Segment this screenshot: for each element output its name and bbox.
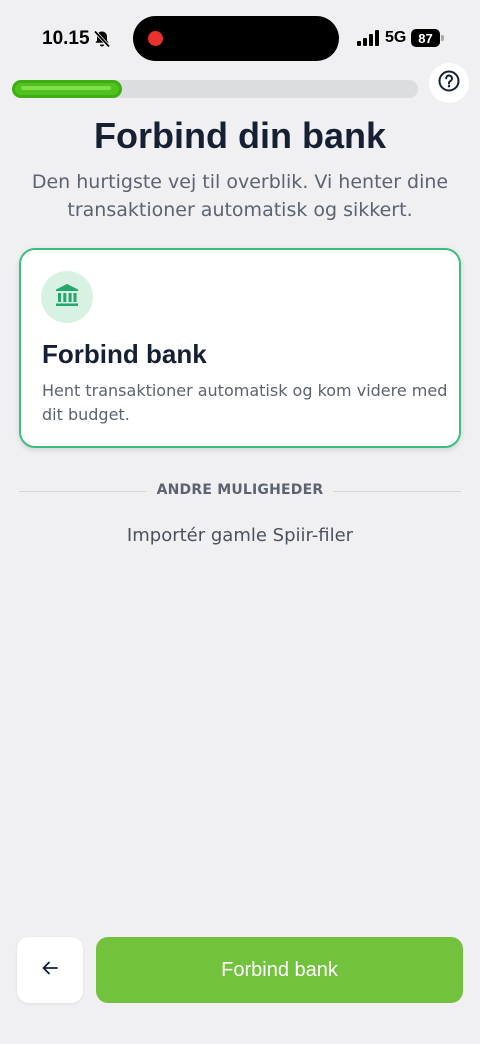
card-description: Hent transaktioner automatisk og kom vid… bbox=[42, 381, 448, 424]
connect-bank-card[interactable]: Forbind bank Hent transaktioner automati… bbox=[19, 248, 461, 448]
import-spiir-files-link[interactable]: Importér gamle Spiir-filer bbox=[0, 525, 480, 546]
page-subtitle: Den hurtigste vej til overblik. Vi hente… bbox=[31, 171, 449, 221]
status-time: 10.15 bbox=[42, 28, 90, 49]
divider-label: ANDRE MULIGHEDER bbox=[156, 482, 324, 498]
options-divider: ANDRE MULIGHEDER bbox=[19, 480, 461, 502]
progress-fill bbox=[12, 80, 122, 98]
status-bar: 10.15 5G 87 bbox=[0, 0, 480, 78]
dynamic-island bbox=[133, 16, 339, 61]
bell-slash-icon bbox=[92, 29, 112, 49]
network-type: 5G bbox=[385, 29, 407, 46]
bank-icon bbox=[54, 282, 80, 312]
battery-indicator: 87 bbox=[411, 29, 440, 47]
connect-bank-button[interactable]: Forbind bank bbox=[96, 937, 463, 1003]
arrow-left-icon bbox=[41, 959, 59, 981]
onboarding-progress-bar bbox=[12, 80, 418, 98]
bank-icon-badge bbox=[41, 271, 93, 323]
recording-indicator bbox=[148, 31, 163, 46]
signal-bars-icon bbox=[357, 30, 381, 46]
divider-line-right bbox=[333, 491, 461, 492]
card-title: Forbind bank bbox=[42, 339, 207, 369]
battery-cap bbox=[441, 35, 444, 41]
page-title: Forbind din bank bbox=[94, 115, 386, 156]
help-button[interactable] bbox=[429, 63, 469, 103]
question-circle-icon bbox=[438, 70, 460, 96]
back-button[interactable] bbox=[17, 937, 83, 1003]
